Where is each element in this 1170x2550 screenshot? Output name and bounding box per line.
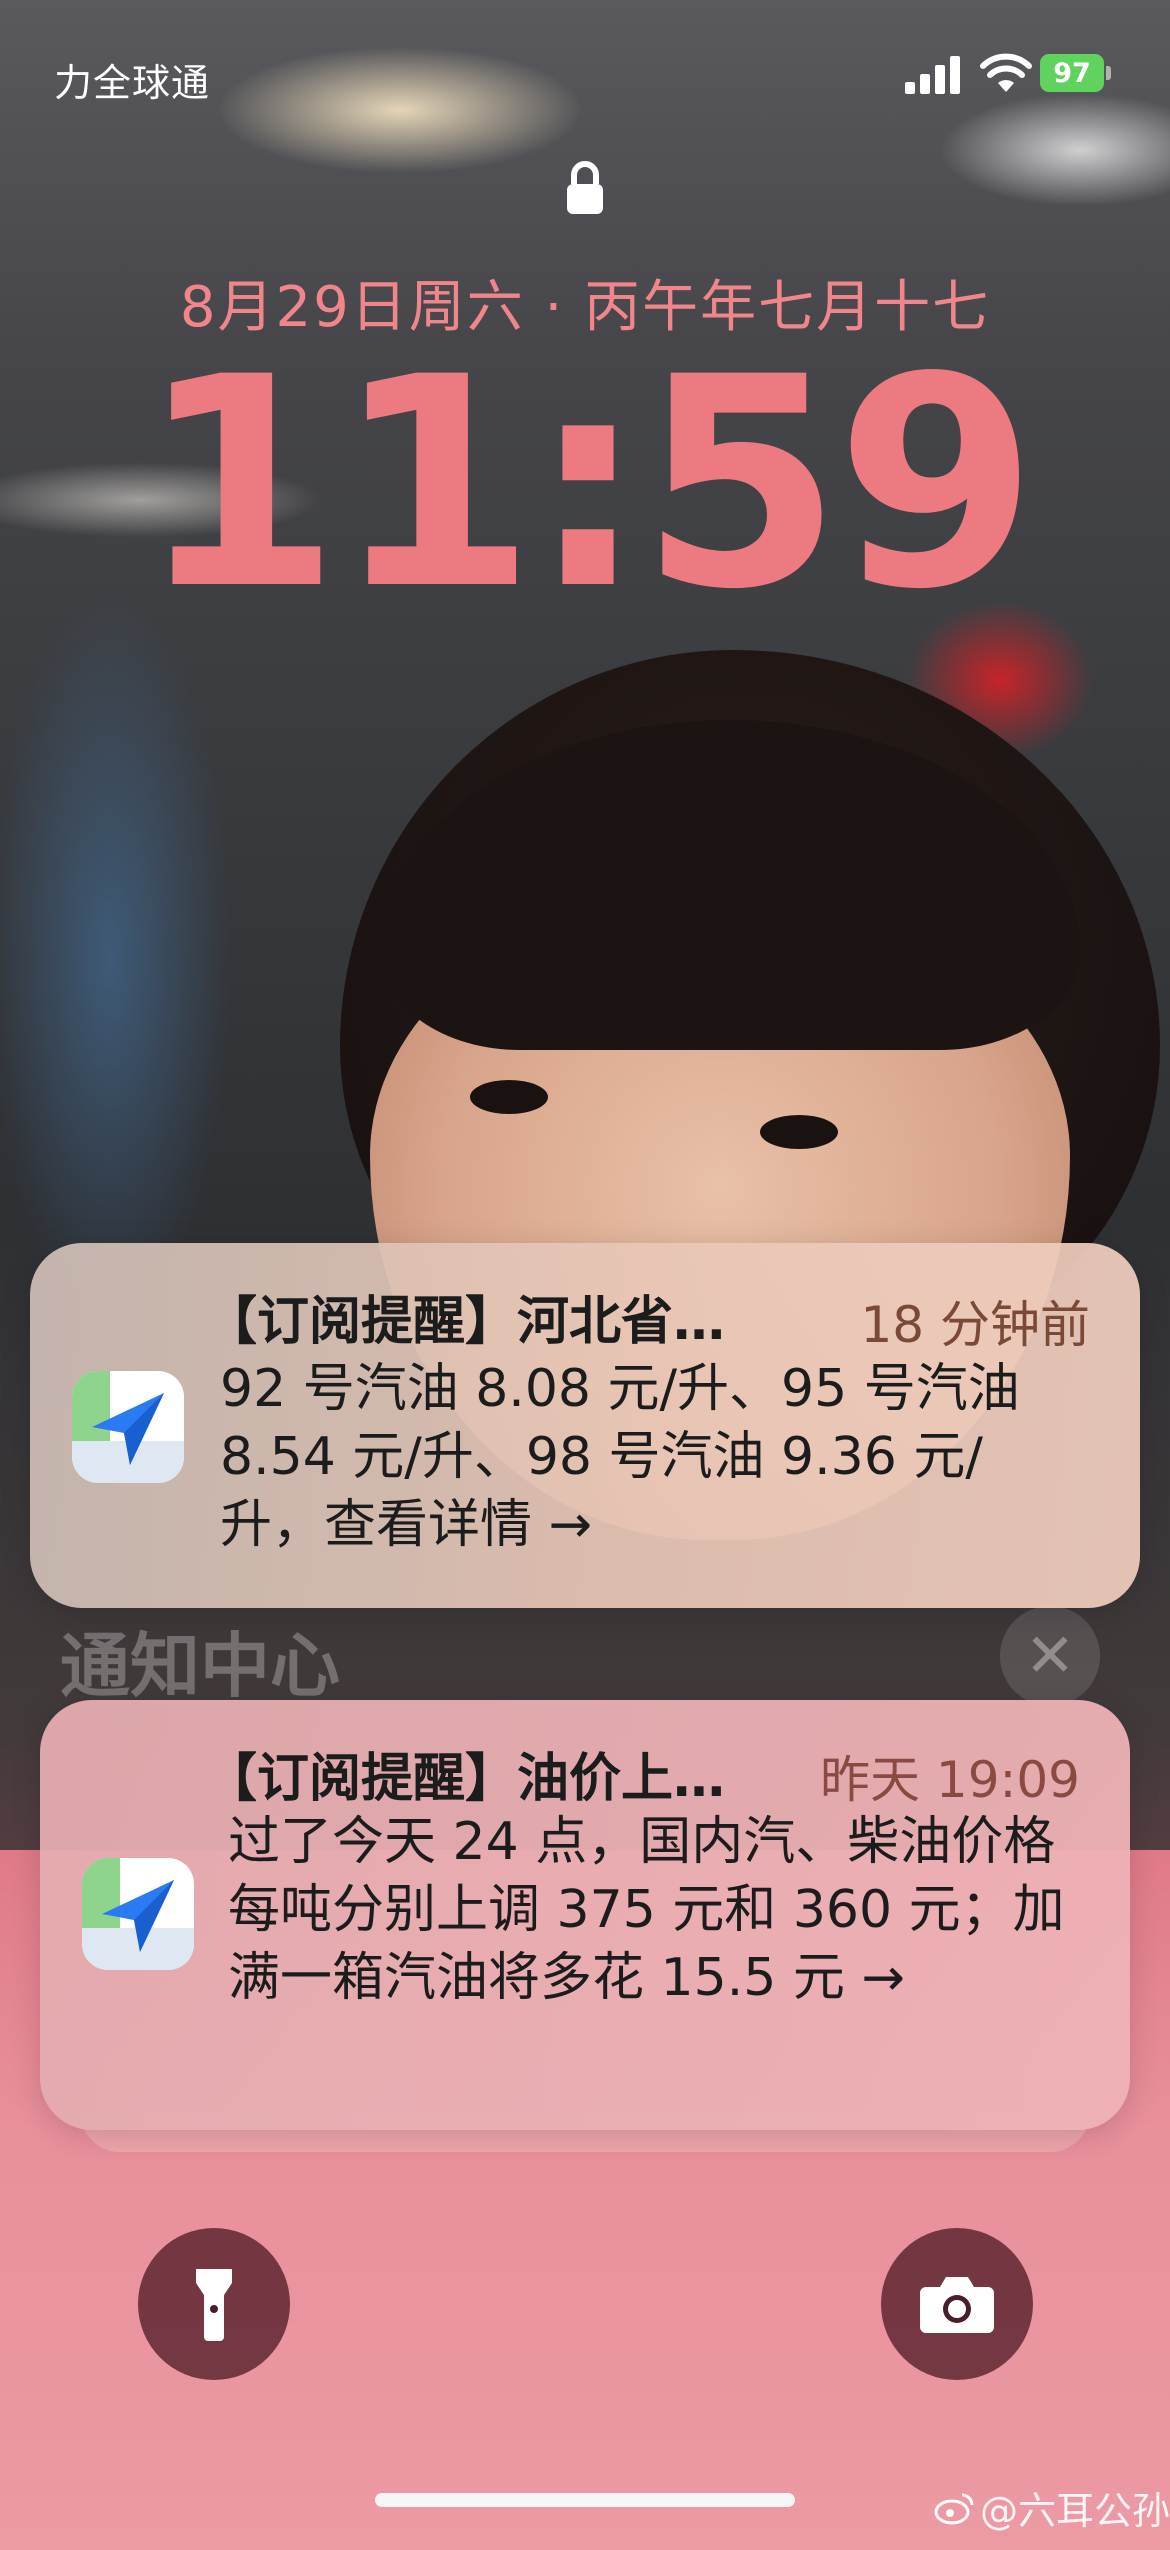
flashlight-icon [196, 2269, 232, 2341]
lock-time: 11:59 [138, 316, 1037, 653]
status-bar: 力全球通 97 [0, 0, 1170, 140]
notification-center-label: 通知中心 [60, 1625, 340, 1707]
home-indicator[interactable] [375, 2493, 795, 2507]
notification-title: 【订阅提醒】油价上… [205, 1749, 726, 1809]
watermark: @六耳公孙 [934, 2480, 1170, 2535]
clear-notifications-button[interactable]: ✕ [1000, 1606, 1100, 1706]
notification-card[interactable]: 【订阅提醒】河北省… 18 分钟前 92 号汽油 8.08 元/升、95 号汽油… [30, 1243, 1140, 1608]
battery-level: 97 [1053, 57, 1091, 89]
notification-title: 【订阅提醒】河北省… [205, 1292, 726, 1352]
notification-card[interactable]: 【订阅提醒】油价上… 昨天 19:09 过了今天 24 点，国内汽、柴油价格每吨… [40, 1700, 1130, 2130]
notification-time: 昨天 19:09 [820, 1751, 1080, 1809]
weibo-logo-icon [934, 2493, 974, 2524]
amap-navigation-icon [82, 1858, 194, 1970]
notification-time: 18 分钟前 [860, 1296, 1090, 1354]
battery-tip [1106, 66, 1111, 80]
wallpaper-eye-left [470, 1080, 548, 1114]
wallpaper-eye-right [760, 1115, 838, 1149]
watermark-text: @六耳公孙 [979, 2489, 1170, 2533]
close-icon: ✕ [1024, 1621, 1076, 1691]
notification-body: 92 号汽油 8.08 元/升、95 号汽油 8.54 元/升、98 号汽油 9… [220, 1359, 1020, 1555]
notification-body: 过了今天 24 点，国内汽、柴油价格每吨分别上调 375 元和 360 元；加满… [228, 1812, 1065, 2008]
flashlight-button[interactable] [138, 2228, 290, 2380]
wifi-icon [980, 53, 1032, 92]
lock-icon [567, 161, 603, 214]
battery-icon: 97 [1040, 54, 1104, 92]
amap-navigation-icon [72, 1371, 184, 1483]
cellular-signal-icon [905, 54, 967, 94]
camera-button[interactable] [881, 2228, 1033, 2380]
carrier-name: 力全球通 [54, 61, 211, 105]
camera-icon [920, 2277, 994, 2333]
